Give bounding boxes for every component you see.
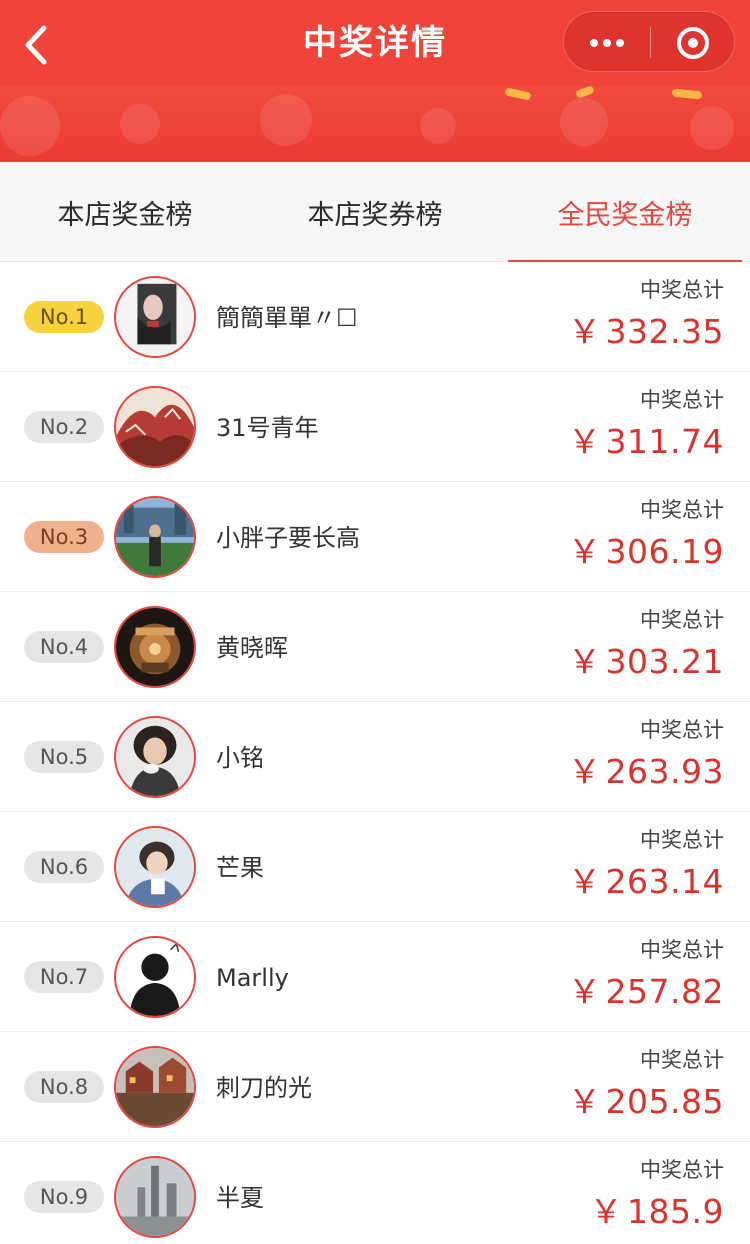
rank-badge: No.1 — [24, 301, 104, 333]
leaderboard-row[interactable]: No.6 芒果 中奖总计 ￥ 263.14 — [0, 812, 750, 922]
nickname: 簡簡單單〃☐ — [216, 304, 358, 332]
leaderboard-row[interactable]: No.4 黄晓晖 中奖总计 ￥ 303.21 — [0, 592, 750, 702]
currency-symbol: ￥ — [568, 422, 602, 461]
currency-symbol: ￥ — [568, 532, 602, 571]
prize-amount: ￥ 185.9 — [589, 1192, 724, 1231]
page-title: 中奖详情 — [303, 23, 447, 63]
rank-badge: No.4 — [24, 631, 104, 663]
total-label: 中奖总计 — [640, 278, 724, 302]
nickname: 小胖子要长高 — [216, 524, 360, 552]
prize-amount: ￥ 257.82 — [568, 972, 724, 1011]
rank-badge: No.2 — [24, 411, 104, 443]
nickname: 小铭 — [216, 744, 264, 772]
currency-symbol: ￥ — [568, 642, 602, 681]
avatar — [114, 1156, 196, 1238]
miniprogram-capsule — [563, 11, 735, 72]
avatar — [114, 716, 196, 798]
back-button[interactable] — [14, 20, 58, 70]
prize-amount: ￥ 332.35 — [568, 312, 724, 351]
total-label: 中奖总计 — [640, 608, 724, 632]
prize-amount: ￥ 306.19 — [568, 532, 724, 571]
avatar — [114, 1046, 196, 1128]
prize-amount: ￥ 263.14 — [568, 862, 724, 901]
rank-badge: No.8 — [24, 1071, 104, 1103]
tab-store-tickets[interactable]: 本店奖券榜 — [250, 162, 500, 262]
currency-symbol: ￥ — [568, 752, 602, 791]
tab-all-bonus[interactable]: 全民奖金榜 — [500, 162, 750, 263]
total-label: 中奖总计 — [640, 1048, 724, 1072]
avatar — [114, 826, 196, 908]
rank-badge: No.6 — [24, 851, 104, 883]
close-button[interactable] — [650, 12, 736, 73]
total-label: 中奖总计 — [640, 388, 724, 412]
total-label: 中奖总计 — [640, 1158, 724, 1182]
rank-badge: No.3 — [24, 521, 104, 553]
leaderboard-row[interactable]: No.5 小铭 中奖总计 ￥ 263.93 — [0, 702, 750, 812]
leaderboard-row[interactable]: No.1 簡簡單單〃☐ 中奖总计 ￥ 332.35 — [0, 262, 750, 372]
nickname: 31号青年 — [216, 414, 319, 442]
prize-amount: ￥ 205.85 — [568, 1082, 724, 1121]
avatar — [114, 276, 196, 358]
avatar — [114, 386, 196, 468]
currency-symbol: ￥ — [568, 1082, 602, 1121]
leaderboard-row[interactable]: No.3 小胖子要长高 中奖总计 ￥ 306.19 — [0, 482, 750, 592]
currency-symbol: ￥ — [568, 312, 602, 351]
leaderboard-row[interactable]: No.8 刺刀的光 中奖总计 ￥ 205.85 — [0, 1032, 750, 1142]
total-label: 中奖总计 — [640, 828, 724, 852]
more-dots-icon — [590, 38, 598, 47]
title-bar: 中奖详情 — [0, 0, 750, 162]
leaderboard-list: No.1 簡簡單單〃☐ 中奖总计 ￥ 332.35 No.2 31号青年 中奖总计… — [0, 262, 750, 1244]
avatar — [114, 496, 196, 578]
target-close-icon — [677, 26, 709, 59]
currency-symbol: ￥ — [589, 1192, 624, 1231]
tab-store-bonus[interactable]: 本店奖金榜 — [0, 162, 250, 262]
prize-amount: ￥ 303.21 — [568, 642, 724, 681]
header-banner — [0, 85, 750, 162]
total-label: 中奖总计 — [640, 498, 724, 522]
total-label: 中奖总计 — [640, 938, 724, 962]
avatar — [114, 606, 196, 688]
leaderboard-row[interactable]: No.9 半夏 中奖总计 ￥ 185.9 — [0, 1142, 750, 1244]
tab-bar: 本店奖金榜 本店奖券榜 全民奖金榜 — [0, 162, 750, 263]
avatar — [114, 936, 196, 1018]
leaderboard-row[interactable]: No.7 Marlly 中奖总计 ￥ 257.82 — [0, 922, 750, 1032]
rank-badge: No.9 — [24, 1181, 104, 1213]
prize-amount: ￥ 263.93 — [568, 752, 724, 791]
total-label: 中奖总计 — [640, 718, 724, 742]
leaderboard-row[interactable]: No.2 31号青年 中奖总计 ￥ 311.74 — [0, 372, 750, 482]
chevron-left-icon — [25, 25, 47, 65]
prize-amount: ￥ 311.74 — [568, 422, 724, 461]
rank-badge: No.5 — [24, 741, 104, 773]
nickname: Marlly — [216, 964, 289, 992]
nickname: 黄晓晖 — [216, 634, 288, 662]
nickname: 芒果 — [216, 854, 264, 882]
rank-badge: No.7 — [24, 961, 104, 993]
currency-symbol: ￥ — [568, 972, 602, 1011]
currency-symbol: ￥ — [568, 862, 602, 901]
nickname: 刺刀的光 — [216, 1074, 312, 1102]
nickname: 半夏 — [216, 1184, 264, 1212]
more-button[interactable] — [564, 12, 650, 73]
